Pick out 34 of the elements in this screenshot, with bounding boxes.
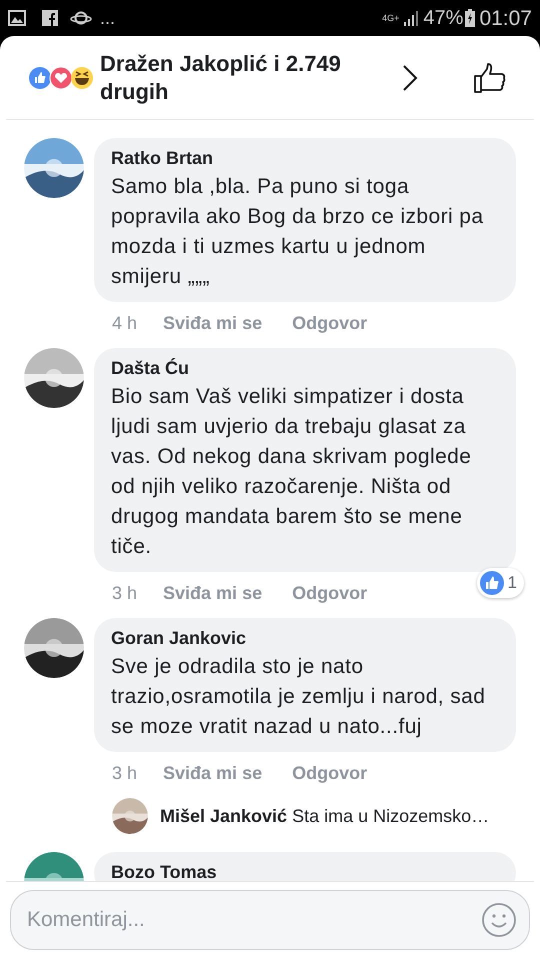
reaction-icons	[28, 66, 94, 90]
comment-author[interactable]: Goran Jankovic	[111, 626, 494, 650]
comment-time: 3 h	[112, 762, 138, 784]
clock: 01:07	[479, 8, 532, 28]
like-link[interactable]: Sviđa mi se	[163, 760, 262, 786]
signal-icon	[403, 10, 420, 26]
comment-time: 4 h	[112, 312, 138, 334]
like-icon	[480, 571, 504, 595]
comment-text: Sve je odradila sto je nato trazio,osramotila je zemlju i narod, sad se moze vratit nazad u nato...fuj	[111, 654, 486, 740]
comment-time: 3 h	[112, 582, 138, 604]
comment-text: Bio sam Vaš veliki simpatizer i dosta ljudi sam uvjerio da trebaju glasat za vas. Od nekog dana skrivam poglede od njih veliko razočarenje. Ništa od drugog mandata barem što se mene tiče.	[111, 384, 472, 560]
planet-icon	[70, 10, 92, 26]
reactions-summary[interactable]: Dražen Jakoplić i 2.749 drugih	[100, 50, 370, 106]
image-icon	[8, 10, 26, 26]
comment-author[interactable]: Dašta Ću	[111, 356, 494, 380]
facebook-icon	[42, 10, 58, 26]
chevron-right-icon[interactable]	[402, 64, 418, 90]
comment-input[interactable]: Komentiraj...	[10, 890, 530, 950]
battery-percent: 47%	[423, 8, 464, 28]
comment-text: Samo bla ,bla. Pa puno si toga popravila ako Bog da brzo ce izbori pa mozda i ti uzmes kartu u jednom smijeru „„„	[111, 174, 484, 290]
reply-link[interactable]: Odgovor	[292, 580, 368, 606]
thumbs-up-icon[interactable]	[474, 62, 506, 92]
more-notifications: ...	[100, 9, 116, 27]
reply-link[interactable]: Odgovor	[292, 760, 368, 786]
emoji-icon[interactable]	[482, 903, 516, 937]
reply-preview[interactable]: Mišel Janković Sta ima u Nizozemsko…	[160, 802, 490, 830]
reaction-count-badge[interactable]: 1	[476, 568, 524, 598]
reply-link[interactable]: Odgovor	[292, 310, 368, 336]
comment-author[interactable]: Bozo Tomas	[111, 860, 494, 881]
like-link[interactable]: Sviđa mi se	[163, 580, 262, 606]
like-link[interactable]: Sviđa mi se	[163, 310, 262, 336]
network-type: 4G+	[382, 14, 400, 22]
comment-author[interactable]: Ratko Brtan	[111, 146, 494, 170]
battery-icon	[465, 9, 476, 27]
